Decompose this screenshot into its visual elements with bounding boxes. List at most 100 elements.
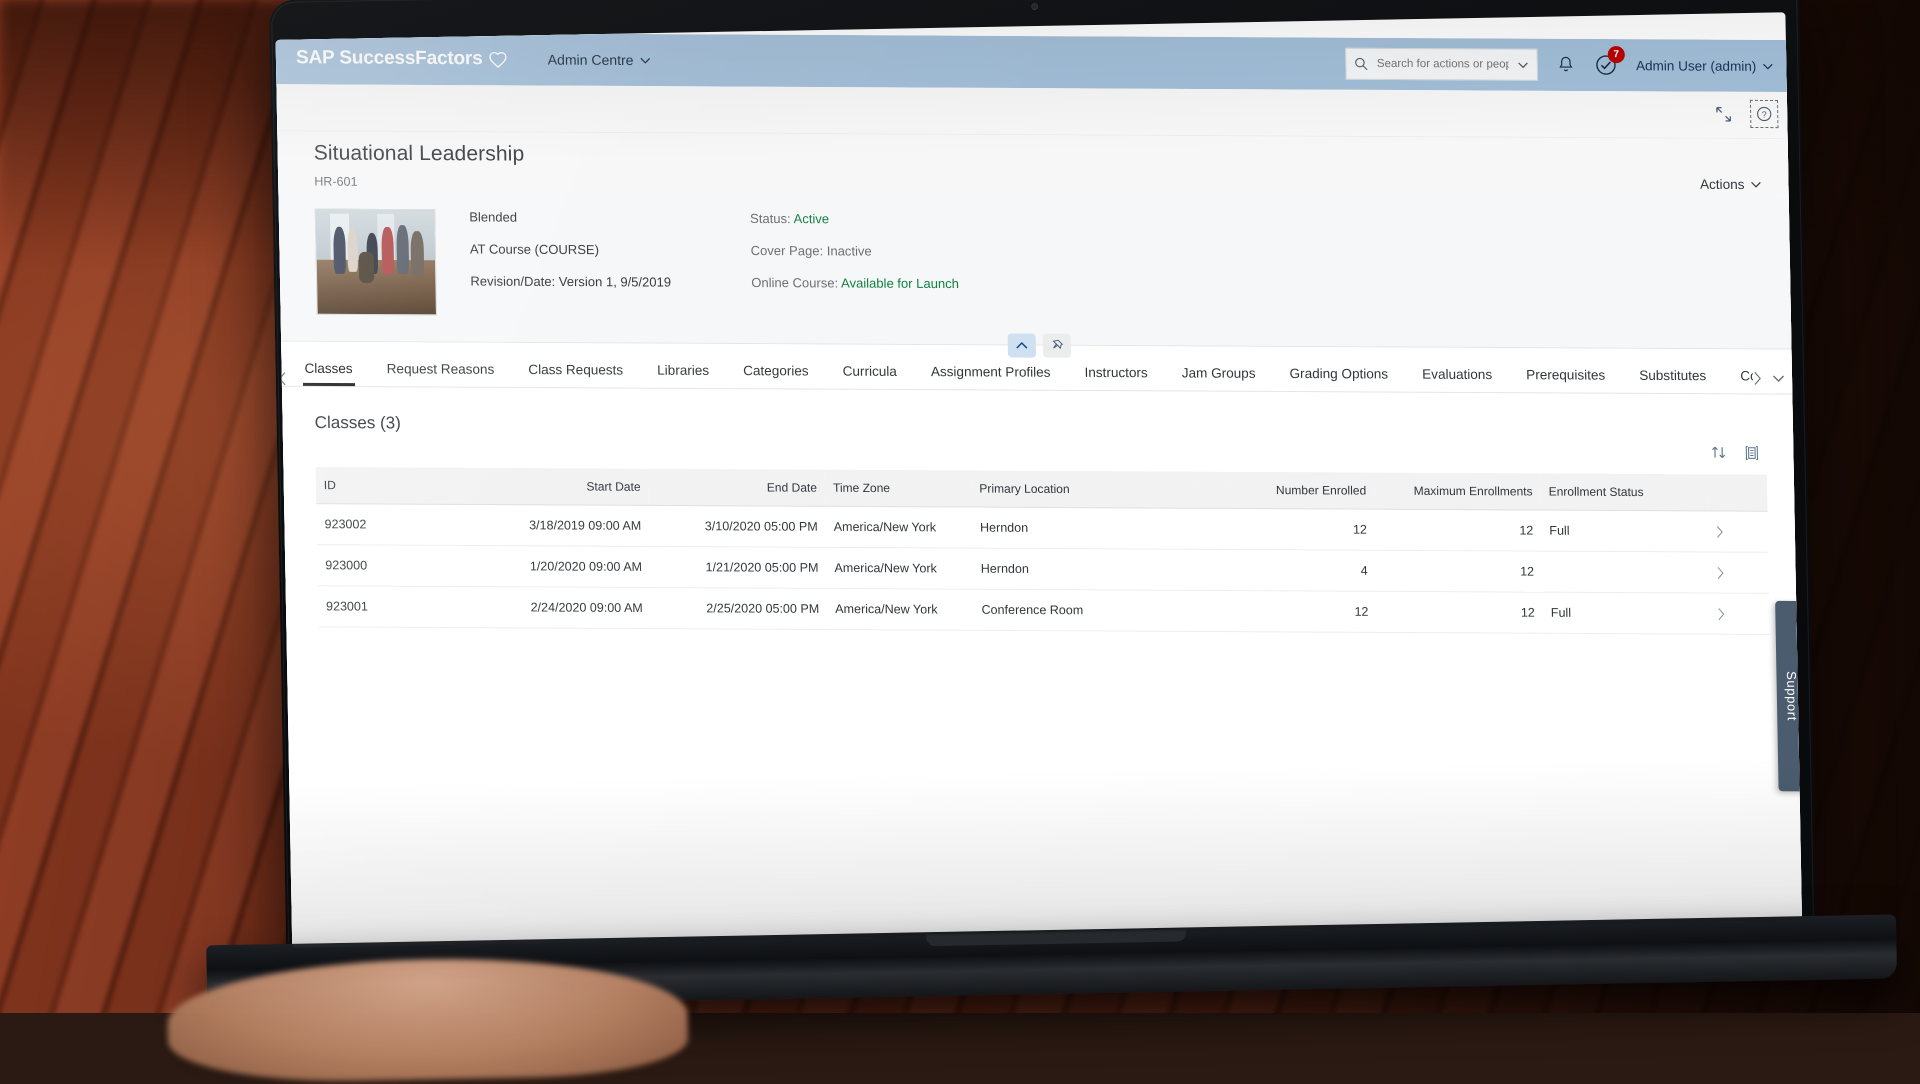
shell-bar-right: 7 Admin User (admin) xyxy=(1345,48,1796,82)
header-fields: Blended AT Course (COURSE) Revision/Date… xyxy=(469,209,959,291)
tab-label: Libraries xyxy=(657,363,709,378)
tab-request-reasons[interactable]: Request Reasons xyxy=(370,361,512,387)
tab-assignment-profiles[interactable]: Assignment Profiles xyxy=(914,364,1068,390)
search-box[interactable] xyxy=(1345,48,1538,81)
cell-maximum-enrollments: 12 xyxy=(1375,509,1542,551)
cell-id: 923001 xyxy=(318,586,453,628)
table-row[interactable]: 923001 2/24/2020 09:00 AM 2/25/2020 05:0… xyxy=(318,586,1770,635)
cell-start-date: 1/20/2020 09:00 AM xyxy=(451,545,650,587)
chevron-right-icon[interactable] xyxy=(1753,371,1762,385)
cell-spacer xyxy=(1198,508,1231,549)
chevron-down-icon[interactable] xyxy=(1772,374,1785,382)
cell-enrollment-status xyxy=(1542,551,1709,593)
table-tool-icons xyxy=(1710,444,1760,461)
svg-text:?: ? xyxy=(1762,110,1767,120)
object-page-header: Situational Leadership HR-601 Actions xyxy=(276,131,1798,196)
shell-bar: SAP SuccessFactors Admin Centre xyxy=(276,32,1796,92)
support-label: Support xyxy=(1784,671,1800,721)
cell-end-date: 1/21/2020 05:00 PM xyxy=(650,546,827,588)
heart-icon xyxy=(488,50,507,69)
product-logo[interactable]: SAP SuccessFactors xyxy=(296,47,508,70)
tab-classes[interactable]: Classes xyxy=(287,361,370,386)
cell-maximum-enrollments: 12 xyxy=(1376,591,1543,633)
field-course-type: AT Course (COURSE) xyxy=(470,241,671,257)
cell-end-date: 3/10/2020 05:00 PM xyxy=(649,505,826,547)
header-fields-left: Blended AT Course (COURSE) Revision/Date… xyxy=(469,209,671,289)
todo-notifications[interactable]: 7 xyxy=(1594,53,1618,77)
tab-label: Substitutes xyxy=(1639,368,1706,383)
cell-number-enrolled: 12 xyxy=(1230,508,1375,550)
field-cover-page: Cover Page: Inactive xyxy=(751,243,959,259)
cell-primary-location: Conference Room xyxy=(973,589,1200,631)
user-label: Admin User (admin) xyxy=(1636,58,1757,74)
sort-icon[interactable] xyxy=(1710,444,1727,461)
cell-primary-location: Herndon xyxy=(972,548,1199,590)
field-status-label: Status: xyxy=(750,211,791,226)
cell-time-zone: America/New York xyxy=(825,506,972,548)
table-body: 923002 3/18/2019 09:00 AM 3/10/2020 05:0… xyxy=(316,504,1770,635)
tab-list: Classes Request Reasons Class Requests L… xyxy=(277,342,1801,394)
tab-libraries[interactable]: Libraries xyxy=(640,363,726,388)
tab-jam-groups[interactable]: Jam Groups xyxy=(1165,365,1273,391)
table-settings-icon[interactable] xyxy=(1743,444,1760,461)
notification-badge: 7 xyxy=(1608,46,1625,63)
chevron-down-icon xyxy=(639,57,650,64)
tab-label: Comp xyxy=(1740,368,1753,383)
field-revision-date: Revision/Date: Version 1, 9/5/2019 xyxy=(470,274,671,290)
field-online-course-label: Online Course: xyxy=(751,275,838,290)
column-header-maximum-enrollments[interactable]: Maximum Enrollments xyxy=(1374,473,1541,510)
tab-label: Assignment Profiles xyxy=(931,364,1051,380)
field-status-value: Active xyxy=(793,211,829,226)
tab-bar: Classes Request Reasons Class Requests L… xyxy=(277,342,1801,395)
page-content: Classes (3) xyxy=(278,387,1802,635)
cell-time-zone: America/New York xyxy=(827,588,974,630)
field-cover-page-value: Inactive xyxy=(827,243,872,258)
column-header-start-date[interactable]: Start Date xyxy=(450,468,649,506)
cell-id: 923000 xyxy=(317,545,452,587)
column-header-number-enrolled[interactable]: Number Enrolled xyxy=(1230,472,1375,509)
tab-substitutes[interactable]: Substitutes xyxy=(1622,368,1723,394)
cell-id: 923002 xyxy=(316,504,451,546)
tab-label: Evaluations xyxy=(1422,367,1492,382)
column-header-id[interactable]: ID xyxy=(316,467,451,504)
classes-card: Classes (3) xyxy=(278,387,1802,635)
tab-competencies[interactable]: Comp xyxy=(1723,368,1753,393)
cell-enrollment-status: Full xyxy=(1541,510,1708,552)
bell-icon[interactable] xyxy=(1556,55,1576,75)
tab-label: Curricula xyxy=(843,364,897,379)
cell-enrollment-status: Full xyxy=(1542,592,1709,634)
column-header-enrollment-status[interactable]: Enrollment Status xyxy=(1540,473,1707,510)
tab-instructors[interactable]: Instructors xyxy=(1067,365,1165,391)
page-toolbar: ? xyxy=(276,84,1797,139)
user-menu[interactable]: Admin User (admin) xyxy=(1636,58,1774,74)
cell-number-enrolled: 12 xyxy=(1232,591,1377,633)
tab-class-requests[interactable]: Class Requests xyxy=(511,362,640,388)
search-icon xyxy=(1354,57,1368,71)
tab-label: Prerequisites xyxy=(1526,367,1605,382)
row-navigation-chevron-right-icon[interactable] xyxy=(1708,552,1769,593)
column-header-primary-location[interactable]: Primary Location xyxy=(971,470,1198,508)
admin-centre-menu[interactable]: Admin Centre xyxy=(548,52,651,69)
actions-button[interactable]: Actions xyxy=(1700,177,1762,192)
exit-fullscreen-icon[interactable] xyxy=(1710,101,1737,127)
cell-time-zone: America/New York xyxy=(826,547,973,589)
row-navigation-chevron-right-icon[interactable] xyxy=(1709,593,1770,634)
object-header-content: Blended AT Course (COURSE) Revision/Date… xyxy=(276,188,1801,349)
laptop-screen: SAP SuccessFactors Admin Centre xyxy=(276,12,1802,948)
row-navigation-chevron-right-icon[interactable] xyxy=(1707,511,1768,552)
search-input[interactable] xyxy=(1375,57,1512,72)
tab-grading-options[interactable]: Grading Options xyxy=(1272,366,1405,392)
tab-prerequisites[interactable]: Prerequisites xyxy=(1509,367,1623,393)
tab-curricula[interactable]: Curricula xyxy=(826,364,915,390)
actions-label: Actions xyxy=(1700,177,1745,192)
chevron-down-icon xyxy=(1518,61,1529,68)
tab-evaluations[interactable]: Evaluations xyxy=(1405,367,1509,393)
cell-maximum-enrollments: 12 xyxy=(1375,550,1542,592)
column-header-time-zone[interactable]: Time Zone xyxy=(825,470,972,507)
column-header-end-date[interactable]: End Date xyxy=(648,469,825,506)
question-mark-icon[interactable]: ? xyxy=(1750,100,1779,128)
tab-label: Grading Options xyxy=(1289,366,1388,382)
tab-categories[interactable]: Categories xyxy=(726,363,826,389)
tab-label: Class Requests xyxy=(528,362,623,378)
field-delivery-method: Blended xyxy=(469,209,670,225)
